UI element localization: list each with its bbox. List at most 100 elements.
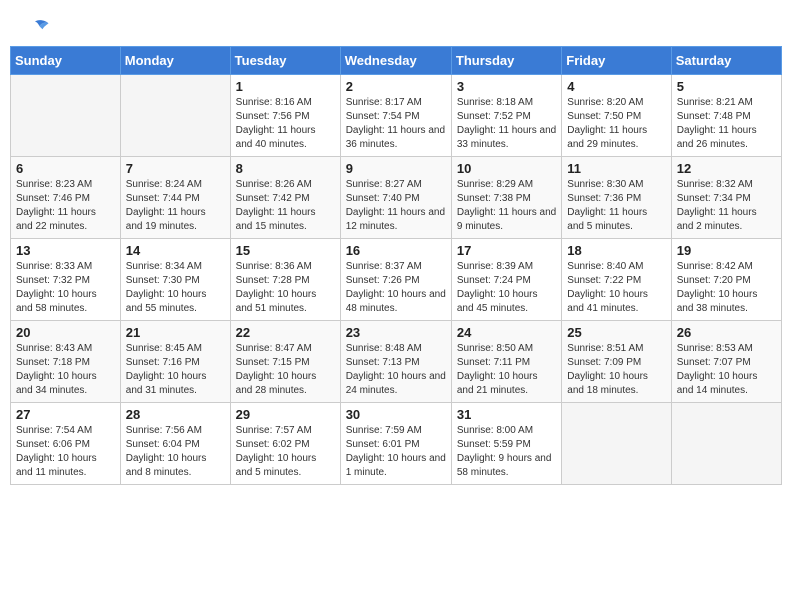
calendar-cell: 24 Sunrise: 8:50 AM Sunset: 7:11 PM Dayli… (451, 321, 561, 403)
day-info: Sunrise: 7:57 AM Sunset: 6:02 PM Dayligh… (236, 424, 335, 480)
day-number: 30 (346, 407, 446, 422)
day-info: Sunrise: 8:37 AM Sunset: 7:26 PM Dayligh… (346, 260, 446, 316)
calendar-cell (671, 403, 781, 485)
day-number: 25 (567, 325, 665, 340)
day-number: 7 (126, 161, 225, 176)
day-number: 22 (236, 325, 335, 340)
day-info: Sunrise: 8:18 AM Sunset: 7:52 PM Dayligh… (457, 96, 556, 152)
logo (20, 18, 54, 36)
day-info: Sunrise: 8:23 AM Sunset: 7:46 PM Dayligh… (16, 178, 115, 234)
day-info: Sunrise: 7:54 AM Sunset: 6:06 PM Dayligh… (16, 424, 115, 480)
day-info: Sunrise: 8:53 AM Sunset: 7:07 PM Dayligh… (677, 342, 776, 398)
calendar-cell: 19 Sunrise: 8:42 AM Sunset: 7:20 PM Dayli… (671, 239, 781, 321)
day-info: Sunrise: 8:34 AM Sunset: 7:30 PM Dayligh… (126, 260, 225, 316)
calendar-cell: 4Sunrise: 8:20 AM Sunset: 7:50 PM Daylig… (562, 75, 671, 157)
day-header-saturday: Saturday (671, 47, 781, 75)
calendar-cell: 20Sunrise: 8:43 AM Sunset: 7:18 PM Dayli… (11, 321, 121, 403)
day-info: Sunrise: 8:17 AM Sunset: 7:54 PM Dayligh… (346, 96, 446, 152)
day-header-sunday: Sunday (11, 47, 121, 75)
day-number: 9 (346, 161, 446, 176)
day-info: Sunrise: 8:42 AM Sunset: 7:20 PM Dayligh… (677, 260, 776, 316)
calendar-cell: 11Sunrise: 8:30 AM Sunset: 7:36 PM Dayli… (562, 157, 671, 239)
calendar-cell: 3 Sunrise: 8:18 AM Sunset: 7:52 PM Daylig… (451, 75, 561, 157)
day-header-wednesday: Wednesday (340, 47, 451, 75)
day-info: Sunrise: 8:32 AM Sunset: 7:34 PM Dayligh… (677, 178, 776, 234)
day-info: Sunrise: 8:48 AM Sunset: 7:13 PM Dayligh… (346, 342, 446, 398)
day-info: Sunrise: 8:29 AM Sunset: 7:38 PM Dayligh… (457, 178, 556, 234)
day-number: 28 (126, 407, 225, 422)
day-info: Sunrise: 8:47 AM Sunset: 7:15 PM Dayligh… (236, 342, 335, 398)
calendar-week-row: 6 Sunrise: 8:23 AM Sunset: 7:46 PM Daylig… (11, 157, 782, 239)
calendar-cell: 16 Sunrise: 8:37 AM Sunset: 7:26 PM Dayli… (340, 239, 451, 321)
calendar-cell: 28Sunrise: 7:56 AM Sunset: 6:04 PM Dayli… (120, 403, 230, 485)
day-number: 24 (457, 325, 556, 340)
day-number: 3 (457, 79, 556, 94)
page-header (10, 10, 782, 40)
day-info: Sunrise: 8:45 AM Sunset: 7:16 PM Dayligh… (126, 342, 225, 398)
calendar-cell: 8 Sunrise: 8:26 AM Sunset: 7:42 PM Daylig… (230, 157, 340, 239)
calendar-cell: 25 Sunrise: 8:51 AM Sunset: 7:09 PM Dayli… (562, 321, 671, 403)
day-number: 5 (677, 79, 776, 94)
calendar-cell: 14 Sunrise: 8:34 AM Sunset: 7:30 PM Dayli… (120, 239, 230, 321)
calendar-cell: 12 Sunrise: 8:32 AM Sunset: 7:34 PM Dayli… (671, 157, 781, 239)
day-number: 2 (346, 79, 446, 94)
day-number: 27 (16, 407, 115, 422)
calendar-cell (562, 403, 671, 485)
day-number: 6 (16, 161, 115, 176)
day-number: 8 (236, 161, 335, 176)
day-info: Sunrise: 8:16 AM Sunset: 7:56 PM Dayligh… (236, 96, 335, 152)
day-number: 1 (236, 79, 335, 94)
calendar-cell: 31 Sunrise: 8:00 AM Sunset: 5:59 PM Dayli… (451, 403, 561, 485)
day-number: 23 (346, 325, 446, 340)
day-number: 12 (677, 161, 776, 176)
calendar-header-row: SundayMondayTuesdayWednesdayThursdayFrid… (11, 47, 782, 75)
day-info: Sunrise: 7:59 AM Sunset: 6:01 PM Dayligh… (346, 424, 446, 480)
calendar-cell: 22 Sunrise: 8:47 AM Sunset: 7:15 PM Dayli… (230, 321, 340, 403)
calendar-cell: 18 Sunrise: 8:40 AM Sunset: 7:22 PM Dayli… (562, 239, 671, 321)
calendar-cell: 21 Sunrise: 8:45 AM Sunset: 7:16 PM Dayli… (120, 321, 230, 403)
day-header-thursday: Thursday (451, 47, 561, 75)
calendar-cell: 29 Sunrise: 7:57 AM Sunset: 6:02 PM Dayli… (230, 403, 340, 485)
logo-icon (20, 18, 50, 36)
calendar-cell: 15Sunrise: 8:36 AM Sunset: 7:28 PM Dayli… (230, 239, 340, 321)
day-number: 17 (457, 243, 556, 258)
day-header-friday: Friday (562, 47, 671, 75)
day-number: 11 (567, 161, 665, 176)
day-info: Sunrise: 8:36 AM Sunset: 7:28 PM Dayligh… (236, 260, 335, 316)
calendar-week-row: 1 Sunrise: 8:16 AM Sunset: 7:56 PM Daylig… (11, 75, 782, 157)
day-info: Sunrise: 8:51 AM Sunset: 7:09 PM Dayligh… (567, 342, 665, 398)
day-number: 29 (236, 407, 335, 422)
calendar-cell: 17 Sunrise: 8:39 AM Sunset: 7:24 PM Dayli… (451, 239, 561, 321)
day-info: Sunrise: 8:39 AM Sunset: 7:24 PM Dayligh… (457, 260, 556, 316)
day-number: 19 (677, 243, 776, 258)
calendar-cell: 7Sunrise: 8:24 AM Sunset: 7:44 PM Daylig… (120, 157, 230, 239)
day-info: Sunrise: 8:40 AM Sunset: 7:22 PM Dayligh… (567, 260, 665, 316)
day-number: 21 (126, 325, 225, 340)
day-number: 16 (346, 243, 446, 258)
calendar-cell: 30 Sunrise: 7:59 AM Sunset: 6:01 PM Dayli… (340, 403, 451, 485)
calendar-cell: 23 Sunrise: 8:48 AM Sunset: 7:13 PM Dayli… (340, 321, 451, 403)
calendar-cell (11, 75, 121, 157)
day-number: 18 (567, 243, 665, 258)
day-info: Sunrise: 8:00 AM Sunset: 5:59 PM Dayligh… (457, 424, 556, 480)
day-number: 14 (126, 243, 225, 258)
day-info: Sunrise: 8:20 AM Sunset: 7:50 PM Dayligh… (567, 96, 665, 152)
calendar-week-row: 27 Sunrise: 7:54 AM Sunset: 6:06 PM Dayli… (11, 403, 782, 485)
day-header-tuesday: Tuesday (230, 47, 340, 75)
calendar-cell: 9Sunrise: 8:27 AM Sunset: 7:40 PM Daylig… (340, 157, 451, 239)
day-info: Sunrise: 8:21 AM Sunset: 7:48 PM Dayligh… (677, 96, 776, 152)
day-number: 20 (16, 325, 115, 340)
calendar-cell (120, 75, 230, 157)
calendar-cell: 1 Sunrise: 8:16 AM Sunset: 7:56 PM Daylig… (230, 75, 340, 157)
day-info: Sunrise: 8:26 AM Sunset: 7:42 PM Dayligh… (236, 178, 335, 234)
calendar-cell: 26 Sunrise: 8:53 AM Sunset: 7:07 PM Dayli… (671, 321, 781, 403)
calendar-cell: 27 Sunrise: 7:54 AM Sunset: 6:06 PM Dayli… (11, 403, 121, 485)
calendar-cell: 6 Sunrise: 8:23 AM Sunset: 7:46 PM Daylig… (11, 157, 121, 239)
day-number: 10 (457, 161, 556, 176)
calendar-week-row: 20Sunrise: 8:43 AM Sunset: 7:18 PM Dayli… (11, 321, 782, 403)
day-number: 31 (457, 407, 556, 422)
day-header-monday: Monday (120, 47, 230, 75)
day-info: Sunrise: 8:50 AM Sunset: 7:11 PM Dayligh… (457, 342, 556, 398)
calendar-week-row: 13Sunrise: 8:33 AM Sunset: 7:32 PM Dayli… (11, 239, 782, 321)
day-number: 26 (677, 325, 776, 340)
